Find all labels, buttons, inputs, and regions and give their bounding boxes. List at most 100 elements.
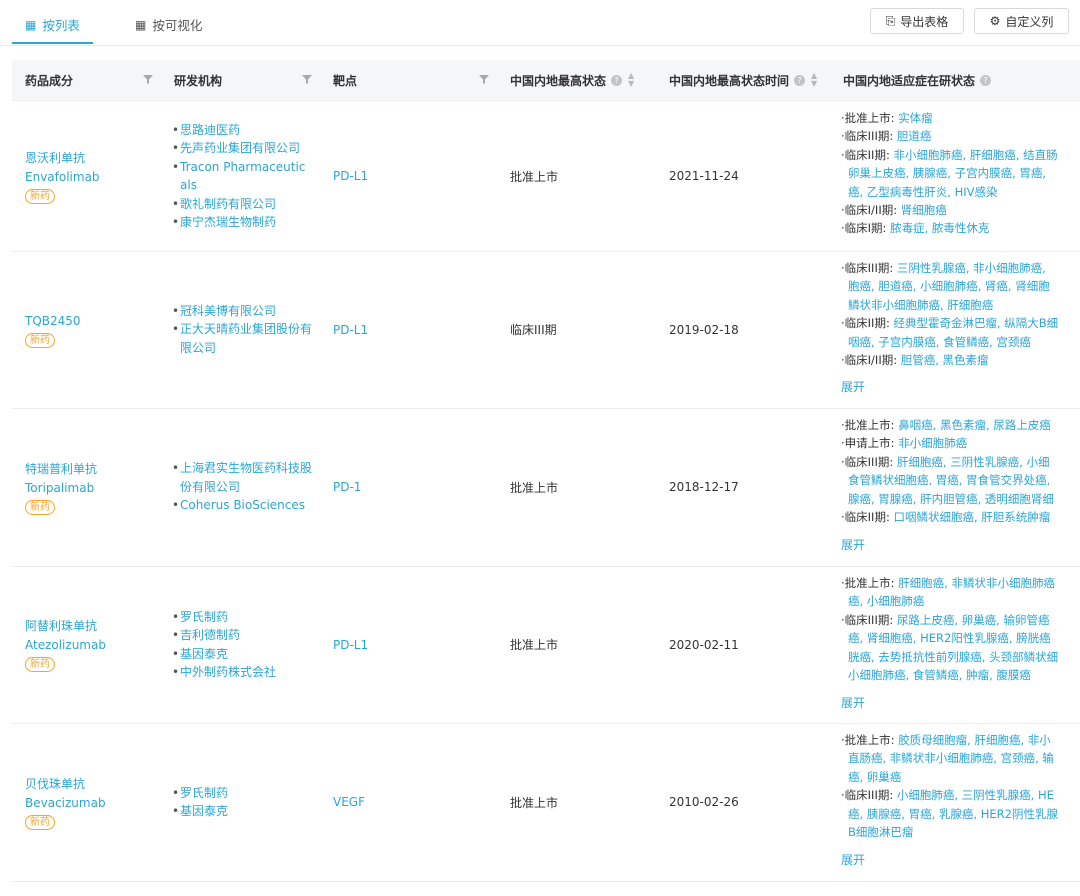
indication-link[interactable]: 卵巢上皮癌, 胰腺癌, 子宫内膜癌, 胃癌,	[841, 164, 1080, 182]
header-status[interactable]: 中国内地最高状态 ? ▲ ▼	[510, 60, 634, 100]
indication-link[interactable]: 小细胞肺癌, 食管鳞癌, 肿瘤, 腹膜癌	[841, 666, 1080, 684]
help-icon[interactable]: ?	[980, 74, 992, 86]
expand-link[interactable]: 展开	[841, 851, 865, 868]
indication-link[interactable]: 癌, 小细胞肺癌	[841, 592, 1080, 610]
indication-link[interactable]: 胆管癌, 黑色素瘤	[901, 353, 989, 367]
indication-link[interactable]: 胱癌, 去势抵抗性前列腺癌, 头颈部鳞状细	[841, 648, 1080, 666]
indication-link[interactable]: 胆道癌	[897, 129, 932, 143]
indication-link[interactable]: 经典型霍奇金淋巴瘤, 纵隔大B细	[893, 316, 1058, 330]
help-icon[interactable]: ?	[611, 74, 623, 86]
export-table-button[interactable]: ⎘ 导出表格	[870, 8, 964, 34]
tab-visual-view[interactable]: ▦ 按可视化	[135, 15, 202, 34]
indication-link[interactable]: 肝细胞癌, 三阴性乳腺癌, 小细	[897, 455, 1050, 469]
org-link[interactable]: 罗氏制药	[172, 608, 228, 627]
indication-link[interactable]: 三阴性乳腺癌, 非小细胞肺癌,	[897, 261, 1046, 275]
expand-link[interactable]: 展开	[841, 536, 865, 553]
expand-link[interactable]: 展开	[841, 694, 865, 711]
indication-line: ·临床III期: 小细胞肺癌, 三阴性乳腺癌, HE	[841, 786, 1080, 804]
org-link[interactable]: 先声药业集团有限公司	[172, 139, 300, 158]
target-link[interactable]: PD-L1	[333, 101, 368, 251]
filter-icon[interactable]	[478, 73, 490, 85]
sort-icon[interactable]: ▲ ▼	[628, 72, 634, 88]
org-cell: 上海君实生物医药科技股份有限公司Coherus BioSciences	[172, 408, 312, 566]
table-icon: ▦	[25, 17, 37, 32]
drug-name-link[interactable]: 特瑞普利单抗	[25, 460, 97, 479]
header-date[interactable]: 中国内地最高状态时间 ? ▲ ▼	[669, 60, 817, 100]
org-link[interactable]: 中外制药株式会社	[172, 663, 276, 682]
filter-icon[interactable]	[301, 73, 313, 85]
expand-link[interactable]: 展开	[841, 378, 865, 395]
indication-link[interactable]: 实体瘤	[898, 111, 933, 125]
phase-label: ·批准上市:	[841, 111, 899, 125]
target-link[interactable]: PD-L1	[333, 251, 368, 408]
org-link[interactable]: 歌礼制药有限公司	[172, 195, 276, 214]
sort-icon[interactable]: ▲ ▼	[811, 72, 817, 88]
org-link[interactable]: Tracon Pharmaceuticals	[172, 158, 312, 195]
target-link[interactable]: PD-1	[333, 408, 361, 566]
indication-link[interactable]: 腺癌, 胃腺癌, 肝内胆管癌, 透明细胞肾细	[841, 490, 1080, 508]
indication-link[interactable]: B细胞淋巴瘤	[841, 823, 1080, 841]
export-icon: ⎘	[885, 13, 896, 28]
tab-list-label: 按列表	[42, 18, 80, 33]
phase-label: ·临床I期:	[841, 221, 891, 236]
indication-link[interactable]: 非小细胞肺癌	[898, 436, 967, 450]
org-link[interactable]: 康宁杰瑞生物制药	[172, 213, 276, 232]
drug-english-name[interactable]: Bevacizumab	[25, 794, 106, 813]
org-link[interactable]: 思路迪医药	[172, 121, 240, 140]
indication-link[interactable]: 尿路上皮癌, 卵巢癌, 输卵管癌	[897, 613, 1050, 627]
org-link[interactable]: 冠科美博有限公司	[172, 302, 276, 321]
phase-label: ·临床II期:	[841, 147, 894, 162]
indication-link[interactable]: 鼻咽癌, 黑色素瘤, 尿路上皮癌	[898, 418, 1051, 432]
org-link[interactable]: 基因泰克	[172, 645, 228, 664]
indication-link[interactable]: 癌, 胰腺癌, 胃癌, 乳腺癌, HER2阴性乳腺	[841, 805, 1080, 823]
indication-link[interactable]: 癌, 肾细胞癌, HER2阳性乳腺癌, 膀胱癌	[841, 629, 1080, 647]
indication-line: ·批准上市: 肝细胞癌, 非鳞状非小细胞肺癌	[841, 574, 1080, 592]
drug-name-link[interactable]: 贝伐珠单抗	[25, 775, 85, 794]
table-row: 贝伐珠单抗Bevacizumab新药罗氏制药基因泰克VEGF批准上市2010-0…	[12, 723, 1080, 882]
drug-english-name[interactable]: Atezolizumab	[25, 636, 106, 655]
drug-cell: 阿替利珠单抗 Atezolizumab 新药	[25, 566, 106, 723]
indication-link[interactable]: 胶质母细胞瘤, 肝细胞癌, 非小	[898, 733, 1051, 747]
status-date: 2019-02-18	[669, 322, 739, 337]
indication-link[interactable]: 胞癌, 胆道癌, 小细胞肺癌, 肾癌, 肾细胞	[841, 277, 1080, 295]
org-link[interactable]: Coherus BioSciences	[172, 496, 305, 515]
org-link[interactable]: 吉利德制药	[172, 626, 240, 645]
tab-list-view[interactable]: ▦ 按列表	[25, 15, 80, 34]
filter-icon[interactable]	[142, 73, 154, 85]
help-icon[interactable]: ?	[794, 74, 806, 86]
status-date: 2018-12-17	[669, 480, 739, 494]
phase-label: ·临床I/II期:	[841, 203, 901, 218]
drug-name-link[interactable]: 恩沃利单抗	[25, 149, 85, 168]
phase-label: ·临床III期:	[841, 788, 897, 803]
indication-link[interactable]: 癌, 乙型病毒性肝炎, HIV感染	[841, 183, 1080, 201]
indication-link[interactable]: 非小细胞肺癌, 肝细胞癌, 结直肠	[893, 148, 1057, 162]
org-link[interactable]: 正大天晴药业集团股份有限公司	[172, 320, 312, 357]
table-row: TQB2450新药 冠科美博有限公司正大天晴药业集团股份有限公司 PD-L1 临床II…	[12, 251, 1080, 409]
indication-link[interactable]: 咽癌, 子宫内膜癌, 食管鳞癌, 宫颈癌	[841, 333, 1080, 351]
target-link[interactable]: VEGF	[333, 723, 365, 881]
indication-link[interactable]: 鳞状非小细胞肺癌, 肝细胞癌	[841, 296, 1080, 314]
drug-name-link[interactable]: TQB2450	[25, 312, 81, 331]
indication-link[interactable]: 癌, 卵巢癌	[841, 768, 1080, 786]
custom-columns-button[interactable]: ⚙ 自定义列	[974, 8, 1069, 34]
indication-link[interactable]: 肝细胞癌, 非鳞状非小细胞肺癌	[898, 576, 1055, 590]
status-text: 批准上市	[510, 638, 559, 652]
org-link[interactable]: 上海君实生物医药科技股份有限公司	[172, 459, 312, 496]
indication-link[interactable]: 直肠癌, 非鳞状非小细胞肺癌, 宫颈癌, 输	[841, 749, 1080, 767]
new-drug-badge: 新药	[25, 814, 55, 830]
indication-link[interactable]: 脓毒症, 脓毒性休克	[890, 221, 989, 235]
drug-name-link[interactable]: 阿替利珠单抗	[25, 617, 97, 636]
indication-line: ·临床II期: 口咽鳞状细胞癌, 肝胆系统肿瘤	[841, 508, 1080, 526]
drug-english-name[interactable]: Envafolimab	[25, 168, 100, 187]
indication-line: ·临床III期: 胆道癌	[841, 127, 1080, 145]
org-link[interactable]: 罗氏制药	[172, 784, 228, 803]
indication-link[interactable]: 小细胞肺癌, 三阴性乳腺癌, HE	[897, 788, 1054, 802]
indication-link[interactable]: 口咽鳞状细胞癌, 肝胆系统肿瘤	[893, 510, 1050, 524]
org-link[interactable]: 基因泰克	[172, 802, 228, 821]
header-org: 研发机构	[174, 73, 223, 88]
drug-english-name[interactable]: Toripalimab	[25, 479, 94, 498]
indication-cell: ·批准上市: 肝细胞癌, 非鳞状非小细胞肺癌 癌, 小细胞肺癌 ·临床III期: 尿…	[841, 574, 1080, 684]
target-link[interactable]: PD-L1	[333, 566, 368, 723]
indication-link[interactable]: 食管鳞状细胞癌, 胃癌, 胃食管交界处癌,	[841, 471, 1080, 489]
indication-link[interactable]: 肾细胞癌	[901, 203, 947, 217]
